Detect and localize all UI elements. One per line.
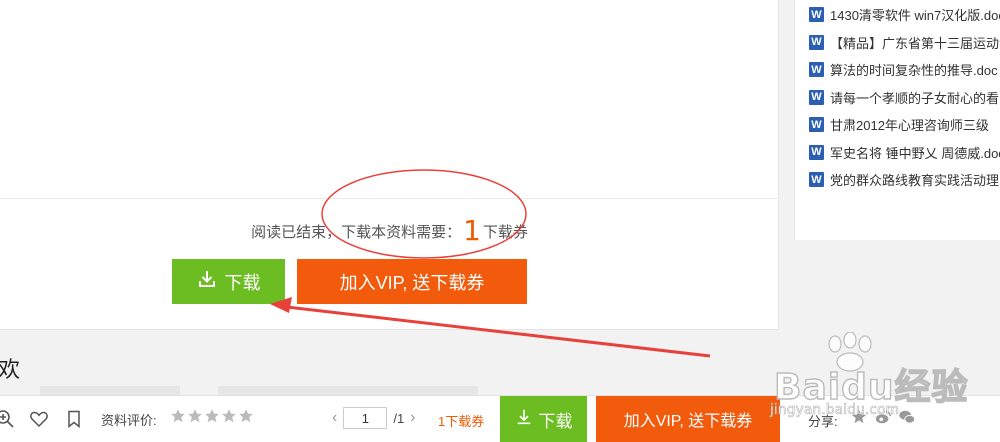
share-star-icon[interactable] xyxy=(850,408,868,431)
related-doc-title: 1430清零软件 win7汉化版.doc xyxy=(830,8,1000,24)
toolbar-join-vip-button[interactable]: 加入VIP, 送下载券 xyxy=(596,396,780,442)
download-icon xyxy=(197,269,217,294)
related-doc-title: 【精品】广东省第十三届运动会 xyxy=(830,35,1000,51)
word-doc-icon: W xyxy=(809,172,824,188)
toolbar-coupon-text: 1下载券 xyxy=(438,414,485,429)
related-docs-sidebar: W 1430清零软件 win7汉化版.doc W 【精品】广东省第十三届运动会 W 算法的… xyxy=(794,0,1000,240)
reading-finished-message: 阅读已结束，下载本资料需要：1 下载券 xyxy=(0,214,779,247)
word-doc-icon: W xyxy=(809,117,824,133)
rating-star-icon[interactable] xyxy=(170,408,186,424)
related-doc-item[interactable]: W 算法的时间复杂性的推导.doc xyxy=(795,56,1000,84)
toolbar-download-button[interactable]: 下载 xyxy=(500,396,587,442)
favorite-heart-icon[interactable] xyxy=(28,408,50,430)
page-total: /1 xyxy=(393,410,405,426)
document-viewer: 阅读已结束，下载本资料需要：1 下载券 下载 加入VIP, 送下载券 xyxy=(0,0,779,330)
share-icons xyxy=(850,408,916,431)
coupon-unit: 下载券 xyxy=(482,224,528,241)
word-doc-icon: W xyxy=(809,89,824,105)
word-doc-icon: W xyxy=(809,7,824,23)
related-doc-item[interactable]: W 军史名将 锤中野乂 周德威.doc xyxy=(795,139,1000,167)
rating-star-icon[interactable] xyxy=(187,408,203,424)
related-doc-title: 请每一个孝顺的子女耐心的看 xyxy=(830,90,1000,106)
rating-star-icon[interactable] xyxy=(204,408,220,424)
related-doc-item[interactable]: W 甘肃2012年心理咨询师三级 xyxy=(795,111,1000,139)
related-doc-title: 党的群众路线教育实践活动理 xyxy=(830,173,1000,189)
end-message-text: 阅读已结束，下载本资料需要： xyxy=(251,224,462,241)
related-doc-title: 甘肃2012年心理咨询师三级 xyxy=(830,118,989,134)
pager: ‹ /1 › xyxy=(332,407,416,429)
related-doc-item[interactable]: W 请每一个孝顺的子女耐心的看 xyxy=(795,84,1000,112)
join-vip-button[interactable]: 加入VIP, 送下载券 xyxy=(297,259,527,304)
word-doc-icon: W xyxy=(809,62,824,78)
bookmark-icon[interactable] xyxy=(63,408,85,430)
download-icon xyxy=(515,408,533,431)
related-doc-item[interactable]: W 党的群众路线教育实践活动理 xyxy=(795,166,1000,194)
rating-star-icon[interactable] xyxy=(221,408,237,424)
share-wechat-icon[interactable] xyxy=(898,408,916,431)
word-doc-icon: W xyxy=(809,34,824,50)
related-doc-title: 算法的时间复杂性的推导.doc xyxy=(830,63,998,79)
rating-stars[interactable] xyxy=(170,408,254,424)
download-button-label: 下载 xyxy=(224,272,261,293)
rating-label: 资料评价: xyxy=(101,413,157,428)
paw-logo-icon xyxy=(828,332,872,372)
related-docs-list: W 1430清零软件 win7汉化版.doc W 【精品】广东省第十三届运动会 W 算法的… xyxy=(795,0,1000,194)
related-doc-item[interactable]: W 1430清零软件 win7汉化版.doc xyxy=(795,1,1000,29)
bottom-toolbar: 资料评价: ‹ /1 › 1下载券 下载 加入VIP, 送下载券 分享: xyxy=(0,395,1000,442)
zoom-in-icon[interactable] xyxy=(0,408,16,430)
word-doc-icon: W xyxy=(809,144,824,160)
section-heading: 欢 xyxy=(0,357,21,382)
related-doc-item[interactable]: W 【精品】广东省第十三届运动会 xyxy=(795,29,1000,57)
coupon-count: 1 xyxy=(463,214,481,247)
next-page-icon[interactable]: › xyxy=(410,409,415,427)
divider xyxy=(0,198,779,199)
toolbar-download-label: 下载 xyxy=(538,411,573,431)
toolbar-join-vip-label: 加入VIP, 送下载券 xyxy=(623,413,753,430)
page-number-input[interactable] xyxy=(343,407,388,429)
download-button[interactable]: 下载 xyxy=(172,259,285,304)
share-label: 分享: xyxy=(808,414,838,429)
rating-star-icon[interactable] xyxy=(238,408,254,424)
join-vip-label: 加入VIP, 送下载券 xyxy=(339,272,485,293)
prev-page-icon[interactable]: ‹ xyxy=(332,409,337,427)
share-weibo-icon[interactable] xyxy=(874,408,892,431)
related-doc-title: 军史名将 锤中野乂 周德威.doc xyxy=(830,145,1000,161)
